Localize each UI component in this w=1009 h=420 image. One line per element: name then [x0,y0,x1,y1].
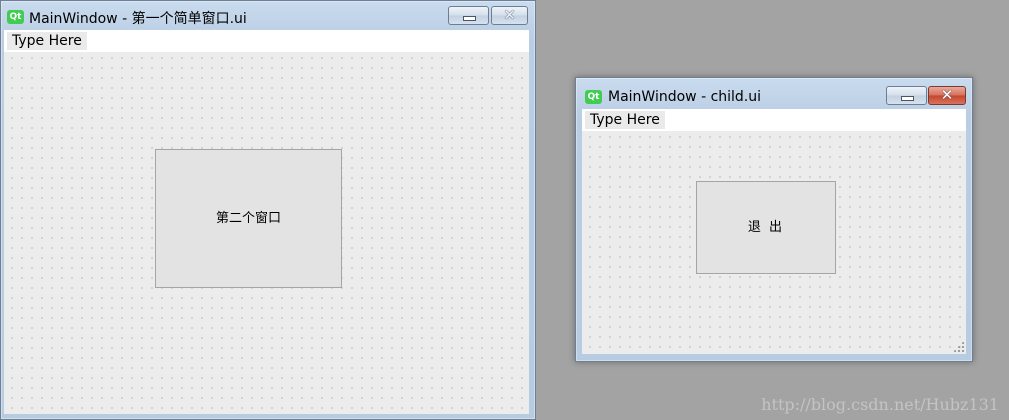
child-window: Qt MainWindow - child.ui ✕ Type Here 退 出 [575,77,973,362]
qt-logo-icon: Qt [7,10,24,24]
close-icon: ✕ [503,6,516,24]
main-window-titlebar[interactable]: Qt MainWindow - 第一个简单窗口.ui ✕ [1,1,535,29]
minimize-button[interactable] [886,86,927,105]
watermark-text: http://blog.csdn.net/Hubz131 [761,395,999,414]
qt-logo-icon: Qt [585,90,602,104]
child-window-title: MainWindow - child.ui [608,89,762,105]
minimize-button[interactable] [448,6,489,25]
size-grip-icon[interactable] [953,341,964,352]
menu-bar: Type Here [582,109,966,131]
minimize-icon [462,16,476,21]
main-window-title: MainWindow - 第一个简单窗口.ui [29,11,247,27]
menu-type-here[interactable]: Type Here [585,111,665,129]
close-icon: ✕ [940,86,954,104]
close-button[interactable]: ✕ [491,6,528,25]
form-canvas[interactable]: Type Here 第二个窗口 [4,30,529,414]
open-second-window-button[interactable]: 第二个窗口 [155,149,342,288]
child-window-titlebar[interactable]: Qt MainWindow - child.ui ✕ [576,78,972,106]
menu-type-here[interactable]: Type Here [7,32,87,50]
main-window: Qt MainWindow - 第一个简单窗口.ui ✕ Type Here 第… [0,0,536,420]
menu-bar: Type Here [4,30,529,52]
exit-button[interactable]: 退 出 [696,181,836,274]
minimize-icon [900,96,914,101]
form-canvas[interactable]: Type Here 退 出 [582,109,966,354]
close-button[interactable]: ✕ [928,86,966,105]
